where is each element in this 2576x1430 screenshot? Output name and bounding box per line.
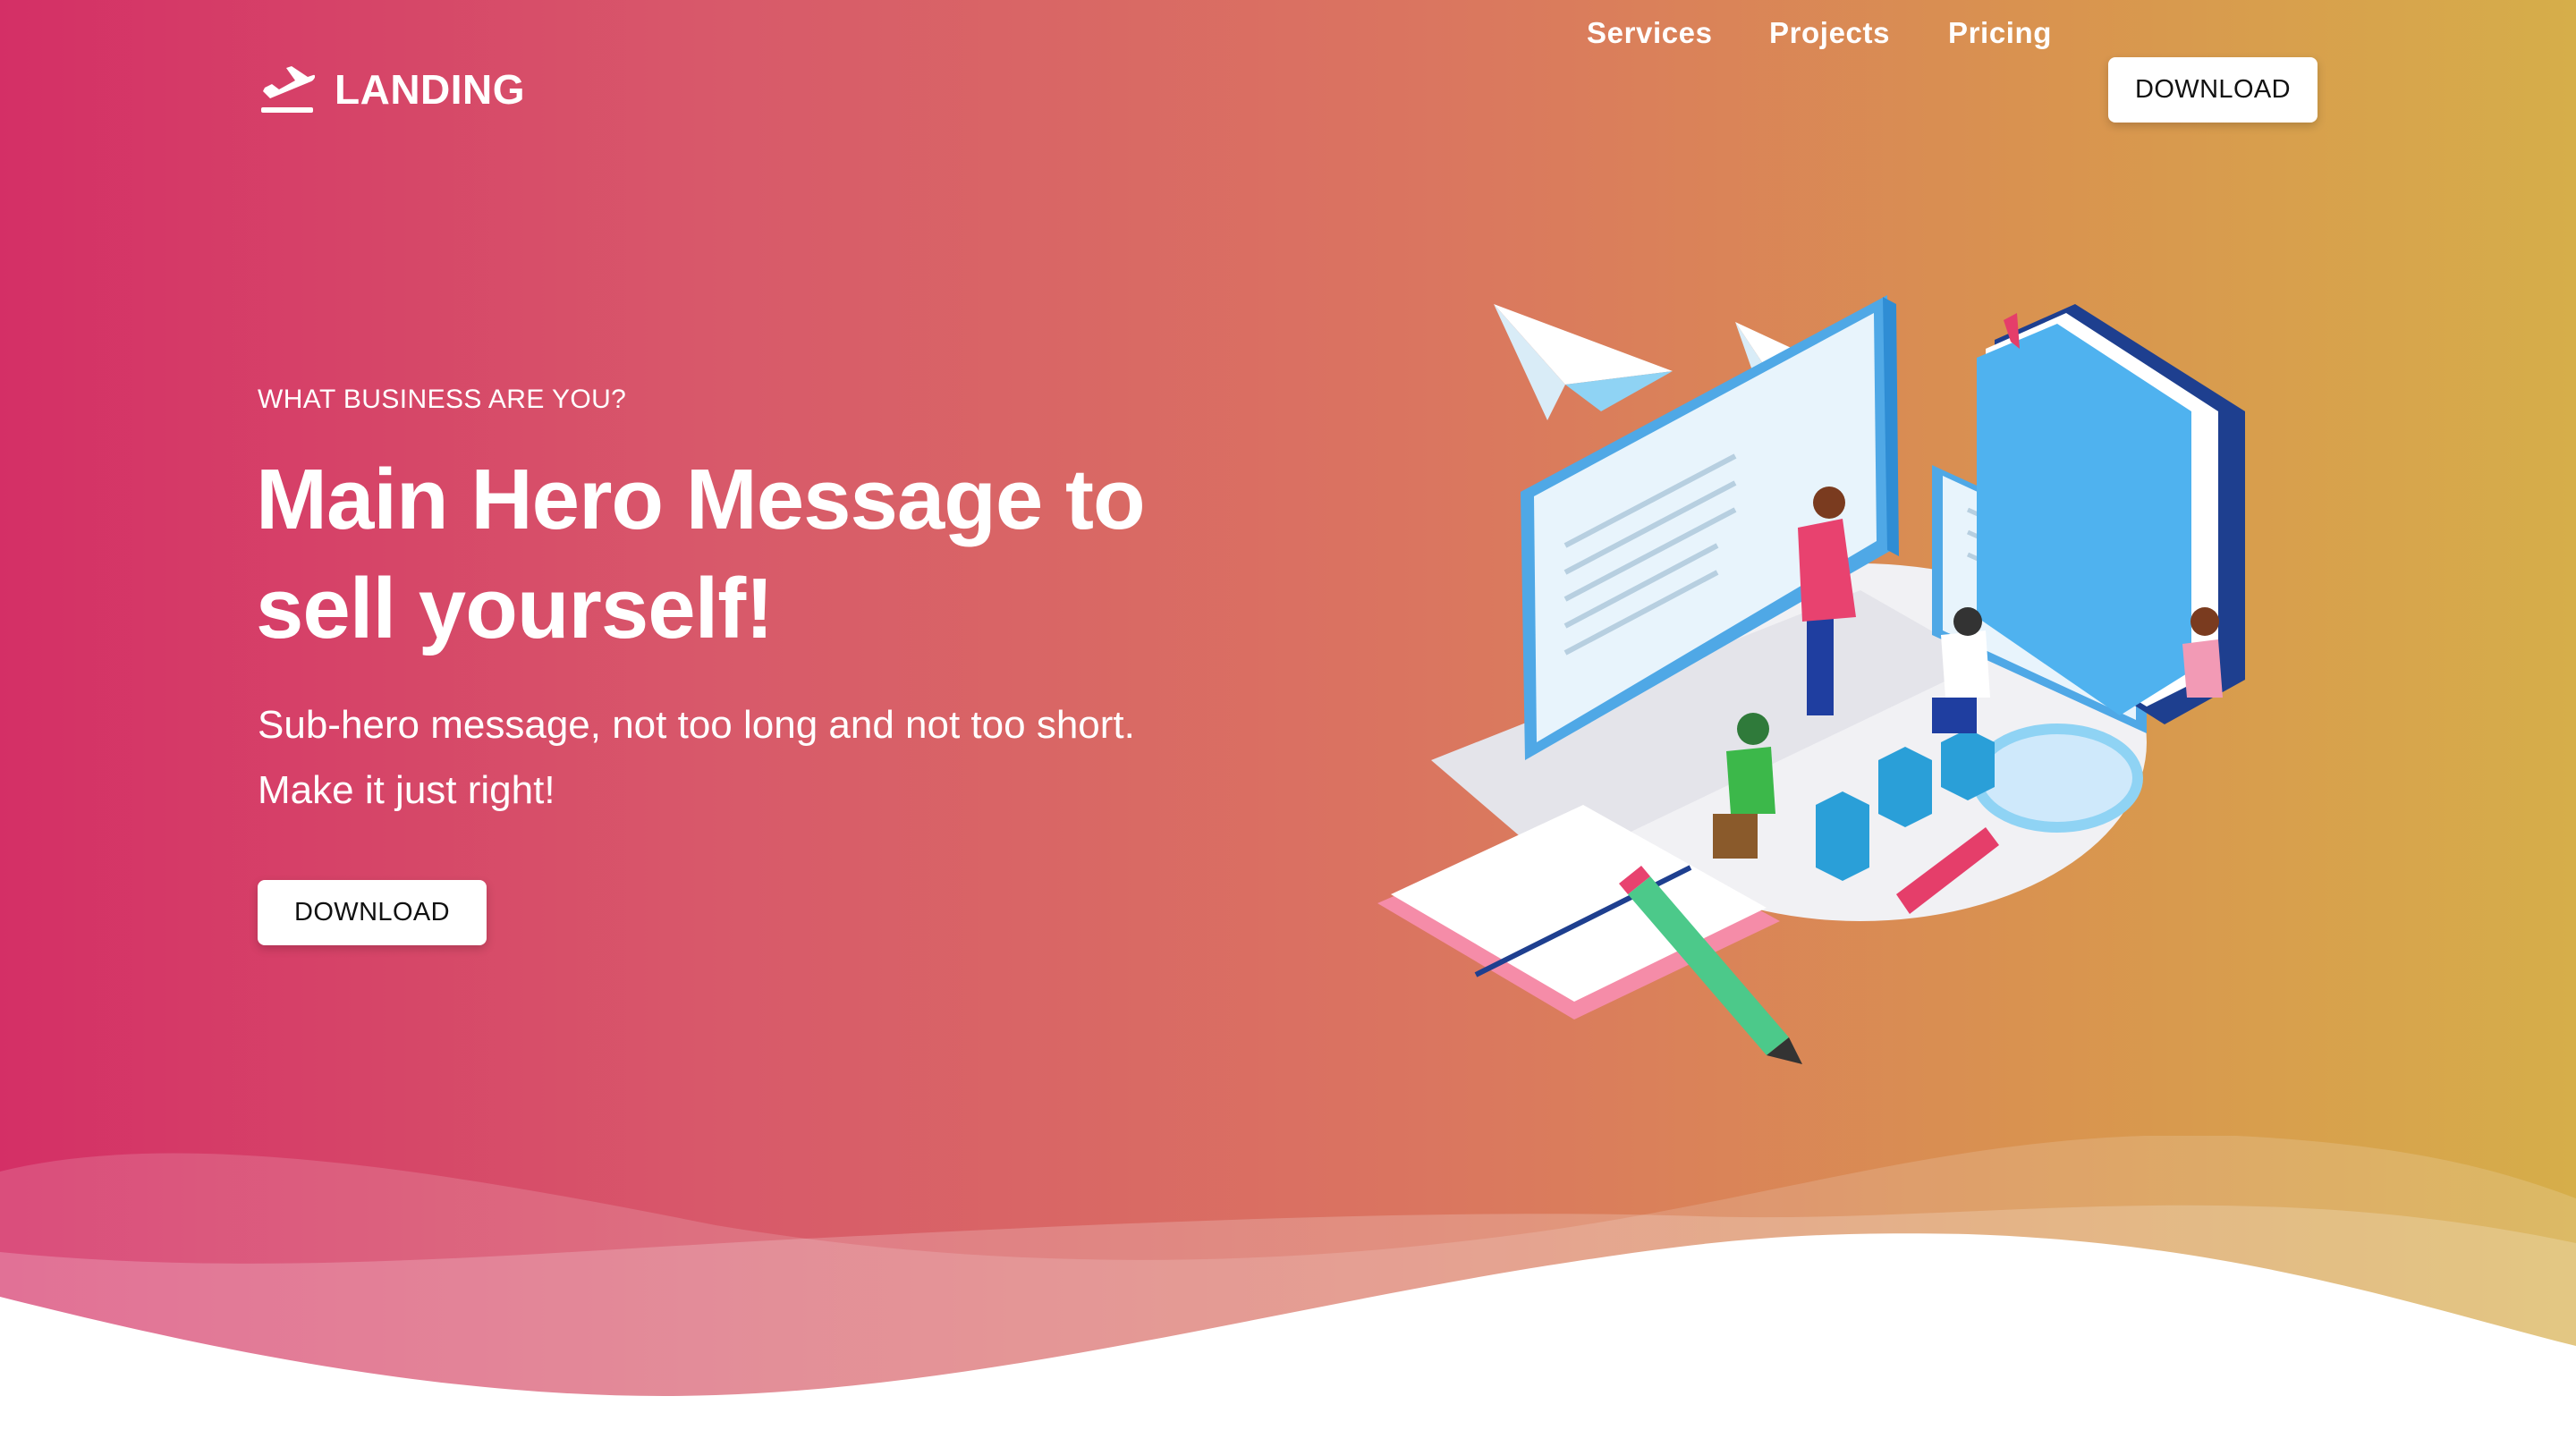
hero-headline: Main Hero Message to sell yourself! xyxy=(256,452,1146,656)
hero-subline-1: Sub-hero message, not too long and not t… xyxy=(258,703,1135,747)
nav-link-projects[interactable]: Projects xyxy=(1769,16,1890,50)
hero-eyebrow: WHAT BUSINESS ARE YOU? xyxy=(258,385,627,414)
paper-plane-icon xyxy=(1494,304,1673,420)
nav-link-pricing[interactable]: Pricing xyxy=(1948,16,2052,50)
brand-logo[interactable]: LANDING xyxy=(259,64,525,114)
hero-subheadline: Sub-hero message, not too long and not t… xyxy=(258,692,1259,823)
plane-takeoff-icon xyxy=(261,66,315,113)
hero-section: LANDING Services Projects Pricing DOWNLO… xyxy=(0,0,2576,1430)
nav-download-button[interactable]: DOWNLOAD xyxy=(2108,57,2318,123)
bottom-wave xyxy=(0,1136,2576,1430)
nav-link-services[interactable]: Services xyxy=(1587,16,1713,50)
hero-subline-2: Make it just right! xyxy=(258,768,555,812)
isometric-office-illustration xyxy=(1377,295,2245,1064)
brand-name: LANDING xyxy=(335,66,526,113)
hero-download-button[interactable]: DOWNLOAD xyxy=(258,880,487,945)
